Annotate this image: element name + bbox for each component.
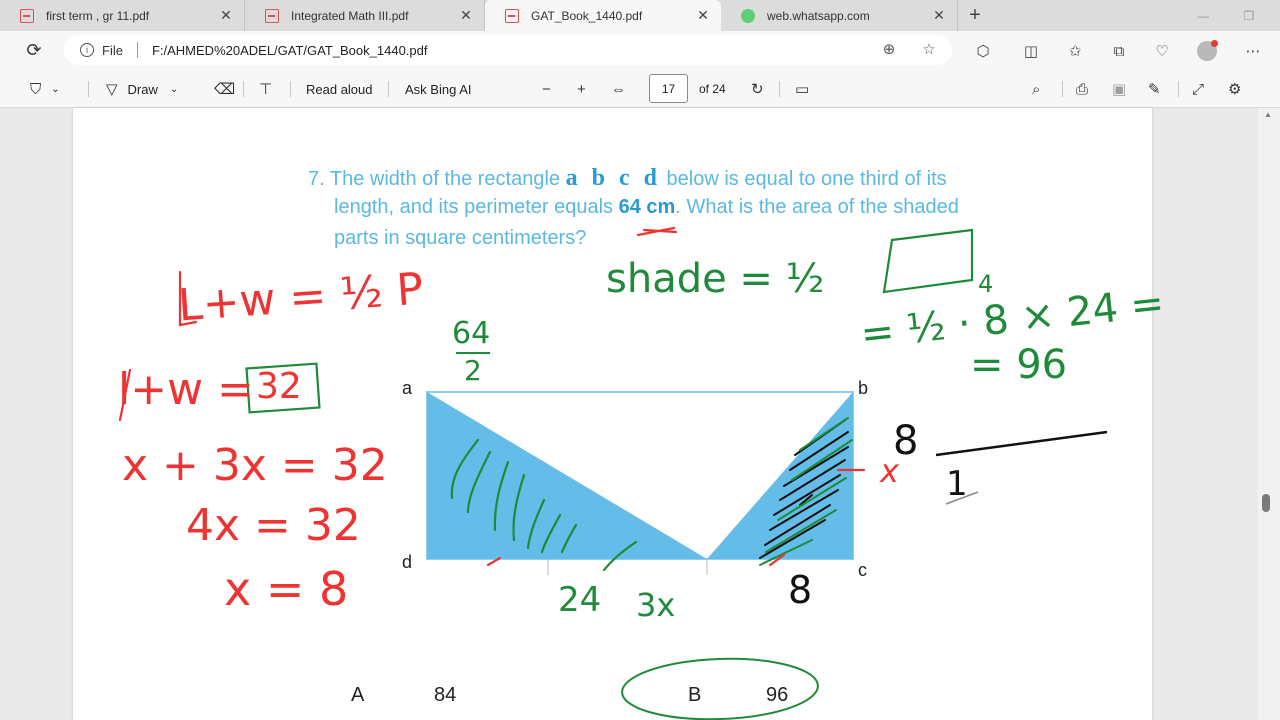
answer-letter-a: A bbox=[351, 684, 365, 706]
vertex-label-d: d bbox=[402, 552, 413, 572]
vertex-label-b: b bbox=[858, 378, 869, 398]
ink-green-2: 2 bbox=[456, 352, 490, 387]
ink-green-4: 4 bbox=[978, 270, 994, 298]
ink-answer-circle bbox=[621, 657, 819, 720]
ink-green-3x: 3x bbox=[636, 586, 676, 624]
ink-green-24: 24 bbox=[558, 580, 602, 620]
ink-black-1: 1 bbox=[946, 464, 968, 504]
ink-red-box-32: 32 bbox=[256, 366, 302, 407]
ink-red-line-5: x = 8 bbox=[224, 562, 349, 616]
ink-green-shade: shade = ½ bbox=[606, 256, 825, 302]
ink-green-calc-2: = 96 bbox=[970, 342, 1068, 388]
ink-red-line-2: l+w = bbox=[118, 364, 254, 415]
ink-box-shade bbox=[882, 228, 974, 294]
ink-green-64: 64 bbox=[452, 316, 491, 351]
ink-line bbox=[935, 430, 1108, 457]
ink-black-8-bottom: 8 bbox=[788, 568, 813, 612]
vertex-label-c: c bbox=[858, 560, 867, 580]
ink-black-8-side: 8 bbox=[893, 418, 919, 464]
ink-red-line-4: 4x = 32 bbox=[186, 500, 361, 551]
ink-red-line-3: x + 3x = 32 bbox=[122, 440, 388, 491]
answer-value-b: 96 bbox=[766, 684, 789, 706]
answer-value-a: 84 bbox=[434, 684, 457, 706]
answer-letter-b: B bbox=[688, 684, 702, 706]
vertex-label-a: a bbox=[402, 378, 413, 398]
